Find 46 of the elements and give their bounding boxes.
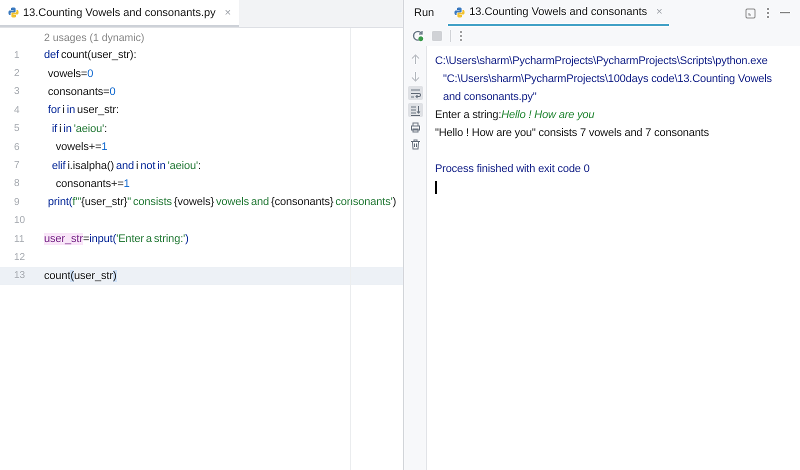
line-number: 3 xyxy=(13,86,21,98)
run-title: Run xyxy=(414,7,434,19)
code-line: count(user_str) xyxy=(44,270,117,282)
code-line: vowels=0 xyxy=(46,68,94,80)
code-line: if i in 'aeiou': xyxy=(50,122,108,135)
more-options-icon[interactable] xyxy=(766,7,770,19)
line-number: 10 xyxy=(13,215,26,226)
code-line: consonants+=1 xyxy=(54,178,130,190)
minimize-icon[interactable] xyxy=(780,12,790,14)
code-line: print(f'"{user_str}" consists {vowels} vowels and {consonants} consonants') xyxy=(46,196,396,208)
line-number: 6 xyxy=(13,142,21,153)
close-icon[interactable]: × xyxy=(224,6,232,18)
console-output: "Hello ! How are you" consists 7 vowels and 7 consonants xyxy=(435,126,710,141)
line-number: 8 xyxy=(13,178,21,190)
python-file-icon xyxy=(454,6,466,18)
code-line: vowels+=1 xyxy=(54,141,108,154)
usages-hint[interactable]: 2 usages (1 dynamic) xyxy=(44,32,144,44)
python-file-icon xyxy=(8,7,19,18)
run-tab[interactable]: 13.Counting Vowels and consonants × xyxy=(448,0,669,26)
line-number: 5 xyxy=(13,123,21,134)
line-number: 12 xyxy=(13,252,26,263)
line-number: 7 xyxy=(13,160,21,172)
line-number: 13 xyxy=(13,270,26,282)
console-output: Process finished with exit code 0 xyxy=(435,162,591,177)
soft-wrap-button[interactable] xyxy=(408,86,422,100)
line-number: 9 xyxy=(13,196,21,208)
console-output: C:\Users\sharm\PycharmProjects\PycharmProjects\Scripts\python.exe xyxy=(435,54,769,69)
code-line: for i in user_str: xyxy=(46,104,119,116)
rerun-icon[interactable] xyxy=(412,30,424,42)
line-number: 1 xyxy=(13,50,21,61)
more-options-icon[interactable] xyxy=(459,30,463,42)
code-line: def count(user_str): xyxy=(44,49,136,62)
code-line: consonants=0 xyxy=(46,86,116,98)
code-line: elif i.isalpha() and i not in 'aeiou': xyxy=(50,160,201,172)
line-number: 4 xyxy=(13,104,21,116)
typed-input-text: Hello ! How are you xyxy=(501,109,594,121)
window-icon[interactable] xyxy=(745,8,756,18)
scroll-to-end-button[interactable] xyxy=(408,103,422,117)
close-icon[interactable]: × xyxy=(656,6,663,18)
console-output: "C:\Users\sharm\PycharmProjects\100days code\13.Counting Vowels and consonants.py" xyxy=(442,72,773,105)
console-prompt: Enter a string: xyxy=(435,109,502,121)
file-tab[interactable]: 13.Counting Vowels and consonants.py × xyxy=(0,0,240,27)
line-number: 11 xyxy=(13,234,26,245)
line-number: 2 xyxy=(13,68,21,80)
code-line: user_str=input('Enter a string:') xyxy=(44,233,189,246)
text-cursor xyxy=(435,181,436,194)
